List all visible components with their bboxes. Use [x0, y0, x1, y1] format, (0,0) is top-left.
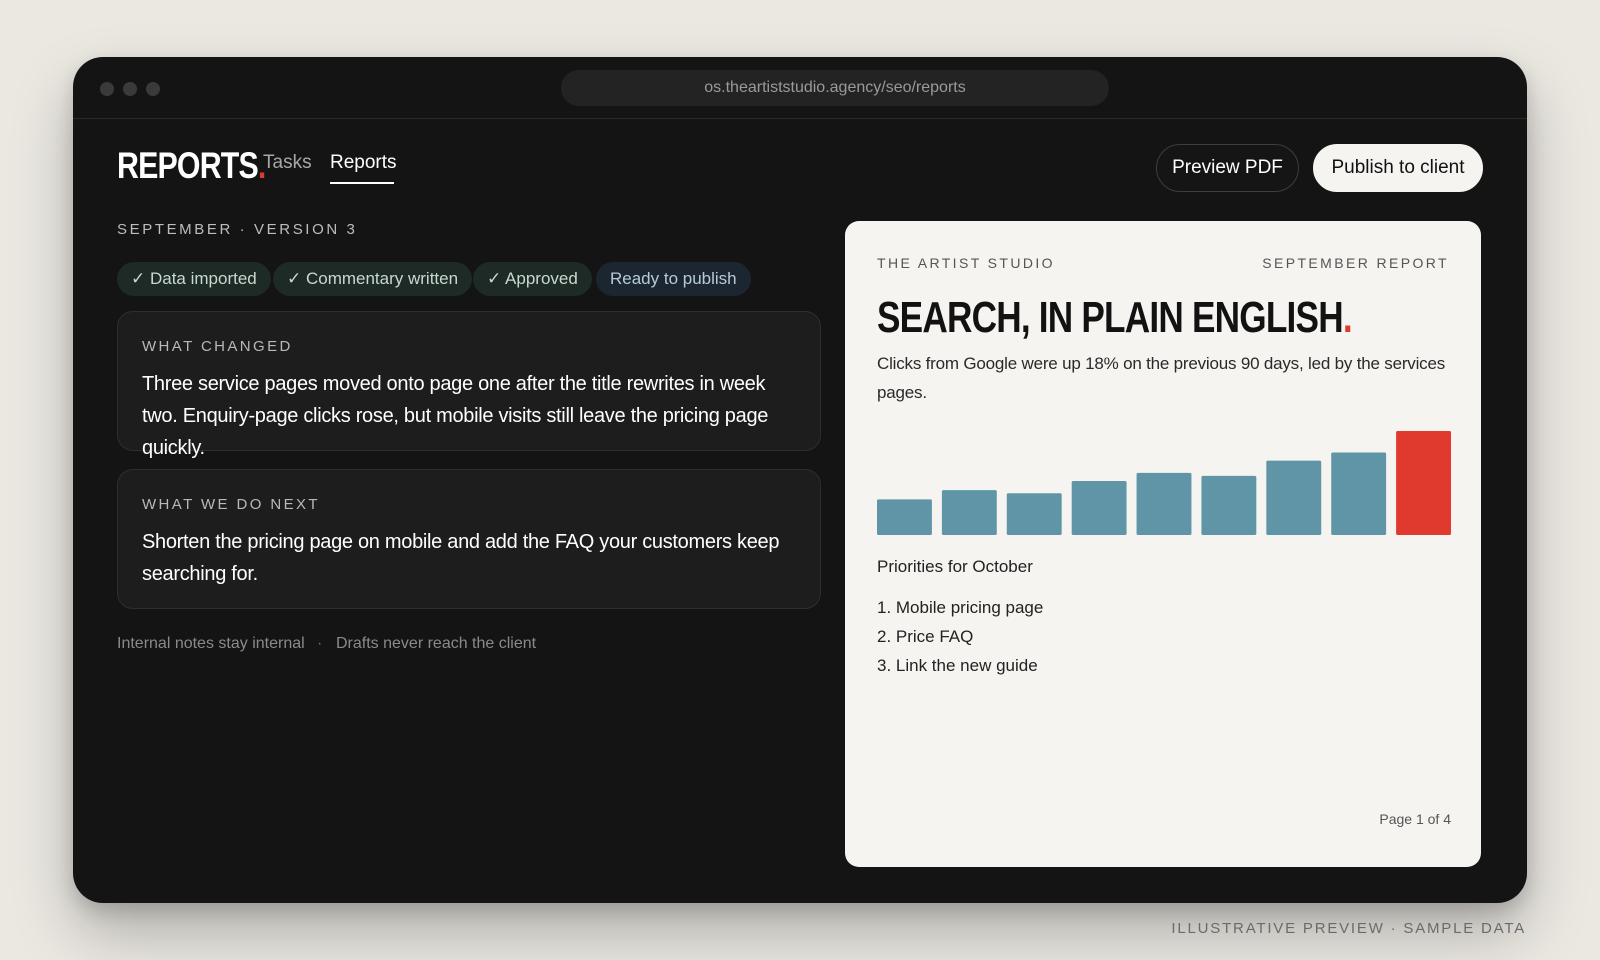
priorities-list: 1. Mobile pricing page 2. Price FAQ 3. L…: [877, 593, 1043, 680]
report-summary: Clicks from Google were up 18% on the pr…: [877, 354, 1446, 402]
clicks-bar-chart: [877, 431, 1451, 535]
report-preview: THE ARTIST STUDIO SEPTEMBER REPORT SEARC…: [845, 221, 1481, 867]
logo-text: REPORTS: [117, 145, 259, 186]
browser-titlebar: os.theartiststudio.agency/seo/reports: [73, 57, 1527, 119]
card-label: WHAT WE DO NEXT: [142, 496, 320, 513]
maximize-window-dot[interactable]: [146, 82, 160, 96]
tab-tasks[interactable]: Tasks: [263, 152, 312, 174]
report-brand: THE ARTIST STUDIO: [877, 255, 1055, 271]
chart-bar: [1331, 452, 1387, 535]
report-title: SEARCH, IN PLAIN ENGLISH.: [877, 293, 1353, 343]
card-label: WHAT CHANGED: [142, 338, 293, 355]
app-logo: REPORTS.: [117, 145, 266, 187]
report-version-label: SEPTEMBER · VERSION 3: [117, 221, 358, 238]
report-month: SEPTEMBER REPORT: [1262, 255, 1449, 271]
footnote-internal-notes: Internal notes stay internal: [117, 635, 305, 652]
status-badge-ready-to-publish: Ready to publish: [596, 262, 751, 296]
status-badge-approved: ✓ Approved: [473, 262, 592, 296]
chart-bar: [1266, 460, 1322, 535]
active-tab-underline: [330, 182, 394, 184]
chart-bar: [1136, 472, 1192, 535]
report-title-dot: .: [1342, 293, 1353, 342]
tab-reports[interactable]: Reports: [330, 152, 397, 174]
chart-bar: [941, 490, 997, 535]
footnote-drafts: Drafts never reach the client: [336, 635, 537, 652]
card-text[interactable]: Shorten the pricing page on mobile and a…: [142, 526, 802, 590]
chart-bar-highlight: [1396, 431, 1451, 535]
preview-pdf-button[interactable]: Preview PDF: [1156, 144, 1299, 192]
chart-bar: [1201, 475, 1257, 535]
status-badge-data-imported: ✓ Data imported: [117, 262, 271, 296]
minimize-window-dot[interactable]: [123, 82, 137, 96]
what-we-do-next-card[interactable]: WHAT WE DO NEXT Shorten the pricing page…: [117, 469, 821, 609]
app-window: os.theartiststudio.agency/seo/reports RE…: [73, 57, 1527, 903]
chart-bar: [1006, 493, 1062, 535]
publish-to-client-button[interactable]: Publish to client: [1313, 144, 1483, 192]
preview-caption: ILLUSTRATIVE PREVIEW · SAMPLE DATA: [1171, 920, 1526, 937]
card-text[interactable]: Three service pages moved onto page one …: [142, 368, 802, 464]
page-indicator: Page 1 of 4: [1379, 811, 1451, 827]
what-changed-card[interactable]: WHAT CHANGED Three service pages moved o…: [117, 311, 821, 459]
close-window-dot[interactable]: [100, 82, 114, 96]
priority-item: 2. Price FAQ: [877, 627, 974, 646]
chart-bar: [1071, 480, 1127, 535]
priorities-heading: Priorities for October: [877, 557, 1033, 576]
chart-bar: [877, 499, 932, 535]
address-bar[interactable]: os.theartiststudio.agency/seo/reports: [561, 70, 1109, 106]
priority-item: 1. Mobile pricing page: [877, 598, 1044, 617]
priority-item: 3. Link the new guide: [877, 656, 1038, 675]
report-title-text: SEARCH, IN PLAIN ENGLISH: [877, 293, 1344, 342]
status-badge-commentary-written: ✓ Commentary written: [273, 262, 473, 296]
footnote-separator: ·: [317, 635, 323, 652]
